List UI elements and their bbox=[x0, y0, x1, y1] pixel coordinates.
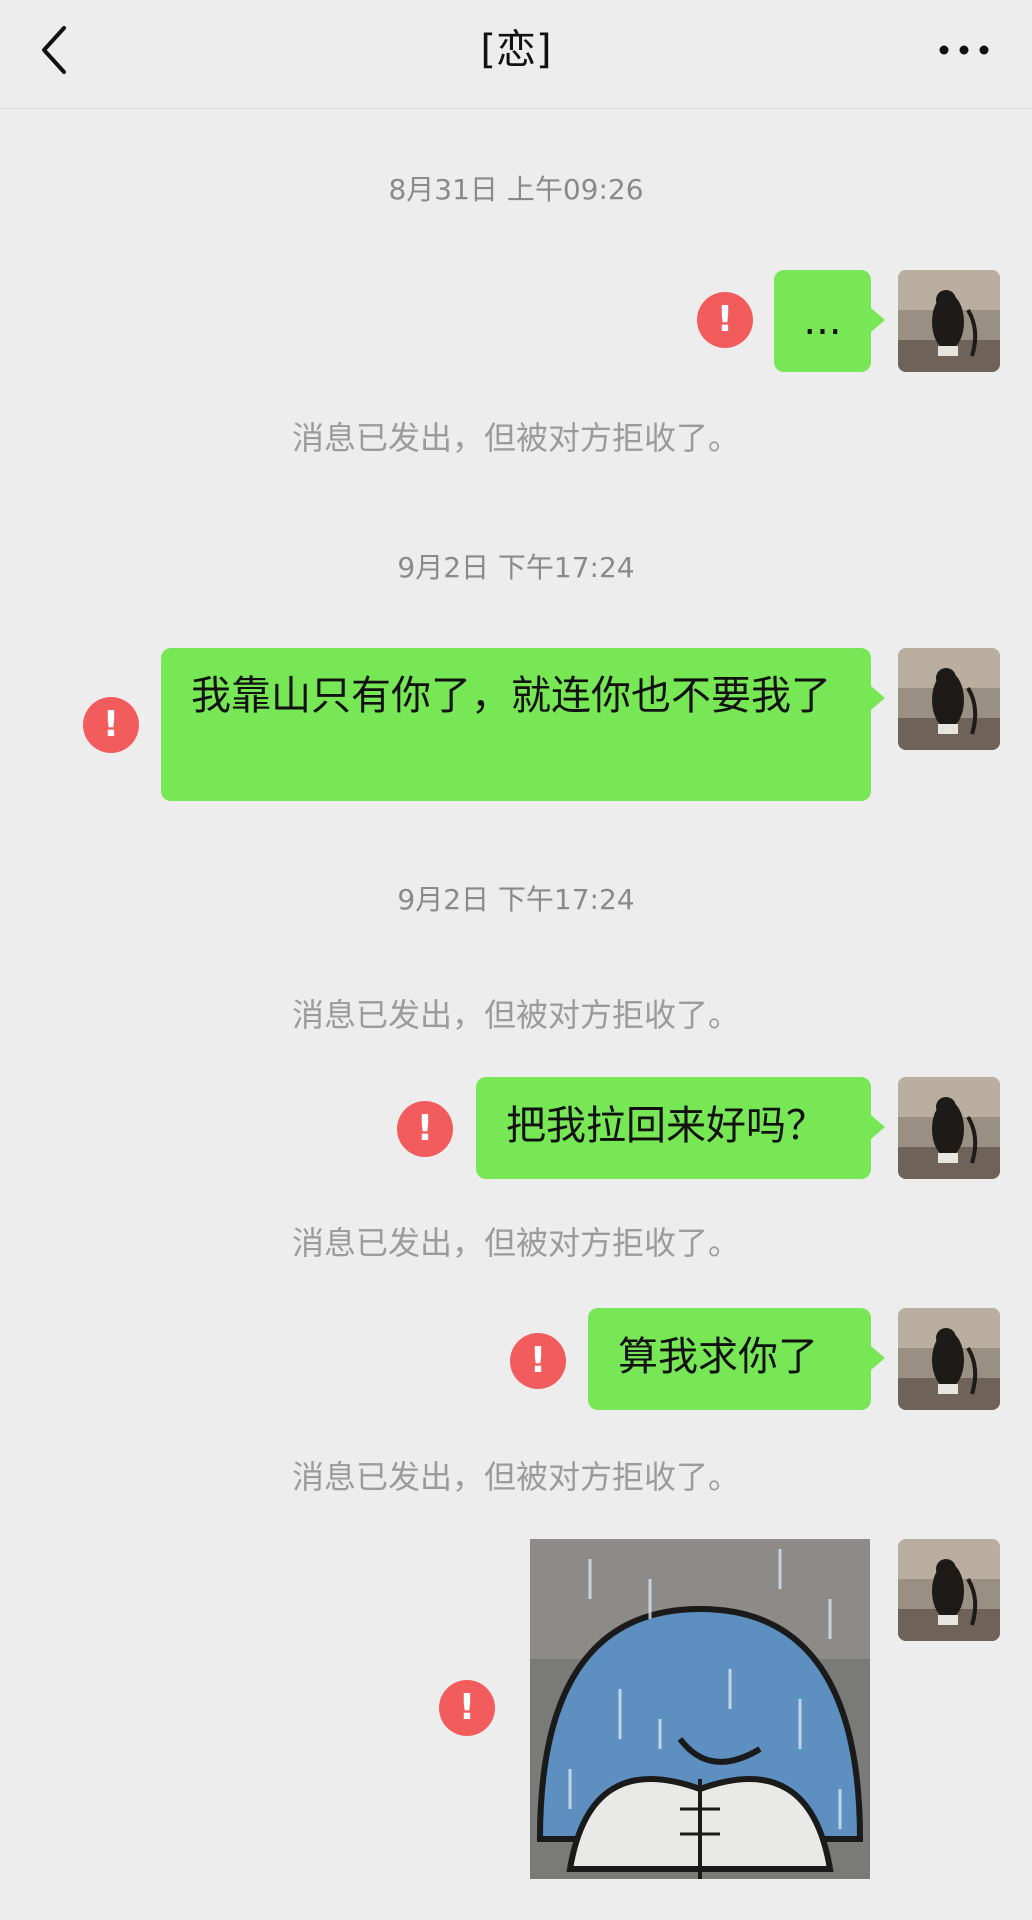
message-bubble[interactable]: ... bbox=[774, 270, 885, 372]
message-bubble[interactable]: 我靠山只有你了，就连你也不要我了 bbox=[161, 648, 885, 801]
bubble-tail bbox=[871, 308, 885, 332]
bubble-tail bbox=[871, 1115, 885, 1139]
message-text: 算我求你了 bbox=[618, 1334, 818, 1380]
error-icon[interactable]: ! bbox=[697, 292, 753, 348]
rejected-notice: 消息已发出，但被对方拒收了。 bbox=[291, 419, 740, 457]
message-text: 我靠山只有你了，就连你也不要我了 bbox=[191, 673, 831, 719]
error-icon[interactable]: ! bbox=[397, 1101, 453, 1157]
avatar[interactable] bbox=[898, 1077, 1000, 1179]
error-icon[interactable]: ! bbox=[510, 1333, 566, 1389]
avatar[interactable] bbox=[898, 270, 1000, 372]
message-text: ... bbox=[803, 298, 842, 344]
message-bubble[interactable]: 把我拉回来好吗？ bbox=[476, 1077, 885, 1179]
sticker-image[interactable] bbox=[530, 1539, 870, 1879]
avatar[interactable] bbox=[898, 1308, 1000, 1410]
rejected-notice: 消息已发出，但被对方拒收了。 bbox=[291, 996, 740, 1034]
bubble-tail bbox=[871, 686, 885, 710]
error-icon[interactable]: ! bbox=[83, 697, 139, 753]
avatar[interactable] bbox=[898, 648, 1000, 750]
timestamp: 9月2日 下午17:24 bbox=[397, 883, 635, 916]
message-text: 把我拉回来好吗？ bbox=[506, 1103, 826, 1149]
bubble-tail bbox=[871, 1346, 885, 1370]
error-icon[interactable]: ! bbox=[439, 1680, 495, 1736]
rejected-notice: 消息已发出，但被对方拒收了。 bbox=[291, 1224, 740, 1262]
message-bubble[interactable]: 算我求你了 bbox=[588, 1308, 885, 1410]
rejected-notice: 消息已发出，但被对方拒收了。 bbox=[291, 1458, 740, 1496]
more-dots-icon[interactable] bbox=[936, 30, 992, 70]
chat-title: [恋] bbox=[480, 27, 552, 73]
timestamp: 9月2日 下午17:24 bbox=[397, 551, 635, 584]
nav-bar: [恋] bbox=[0, 0, 1032, 109]
avatar[interactable] bbox=[898, 1539, 1000, 1641]
timestamp: 8月31日 上午09:26 bbox=[388, 173, 644, 206]
